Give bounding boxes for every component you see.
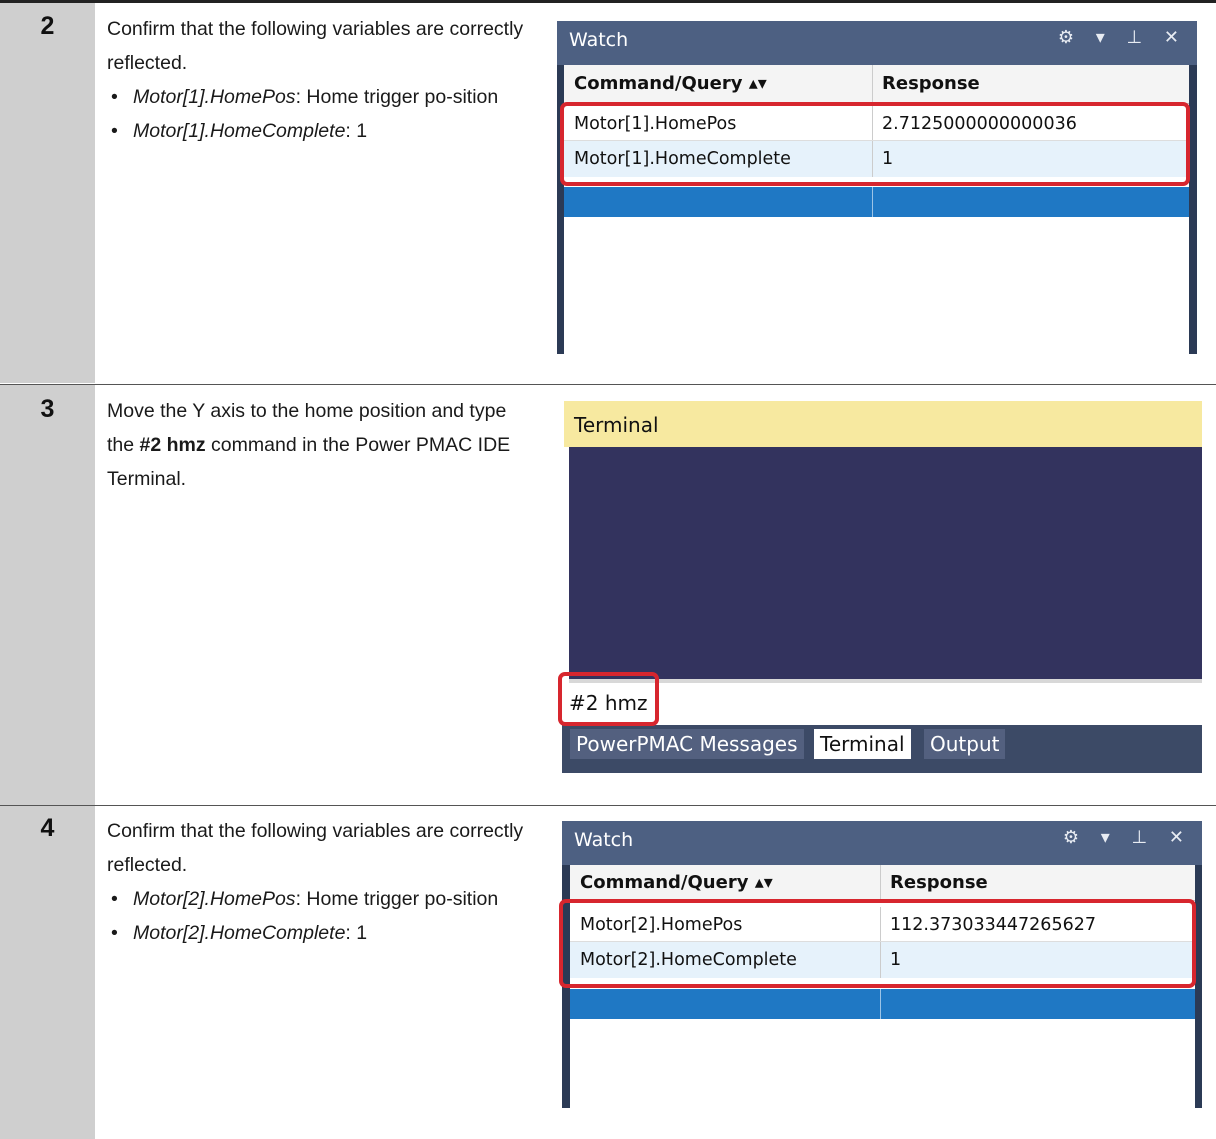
selected-empty-row[interactable] (564, 187, 1189, 217)
command-text: #2 hmz (139, 434, 206, 456)
selected-empty-row[interactable] (570, 989, 1195, 1019)
column-command[interactable]: Command/Query ▴▾ (574, 73, 767, 94)
list-item: Motor[1].HomeComplete: 1 (107, 114, 527, 148)
watch-title-bar: Watch ⚙ ▾ ⊥ ✕ (557, 21, 1197, 65)
window-controls-icon[interactable]: ⚙ ▾ ⊥ ✕ (1058, 27, 1187, 48)
highlight-box (558, 672, 659, 726)
highlight-box (559, 899, 1196, 988)
terminal-input[interactable]: #2 hmz (569, 683, 1202, 725)
step-description: Confirm that the following variables are… (107, 12, 527, 148)
terminal-tab-bar: PowerPMAC Messages Terminal Output (562, 725, 1202, 773)
variable-list: Motor[1].HomePos: Home trigger po-sition… (107, 80, 527, 148)
column-response[interactable]: Response (882, 73, 980, 94)
row-separator (0, 805, 1216, 806)
step-text: Confirm that the following variables are… (107, 18, 524, 74)
top-rule (0, 0, 1216, 3)
variable-list: Motor[2].HomePos: Home trigger po-sition… (107, 882, 527, 950)
list-item: Motor[2].HomePos: Home trigger po-sition (107, 882, 527, 916)
step-number: 4 (40, 814, 55, 842)
watch-window: Watch ⚙ ▾ ⊥ ✕ Command/Query ▴▾ Response … (557, 21, 1197, 354)
watch-title-bar: Watch ⚙ ▾ ⊥ ✕ (562, 821, 1202, 865)
row-separator (0, 384, 1216, 385)
watch-title: Watch (569, 29, 629, 51)
highlight-box (560, 102, 1190, 186)
list-item: Motor[2].HomeComplete: 1 (107, 916, 527, 950)
column-response[interactable]: Response (890, 872, 988, 893)
step-number: 2 (40, 12, 55, 40)
step-text: Confirm that the following variables are… (107, 820, 524, 876)
column-command[interactable]: Command/Query ▴▾ (580, 872, 773, 893)
step-number-column (0, 806, 95, 1139)
tab-output[interactable]: Output (924, 729, 1006, 759)
watch-header: Command/Query ▴▾ Response (564, 65, 1189, 104)
step-description: Confirm that the following variables are… (107, 814, 527, 950)
terminal-title-bar: Terminal (564, 401, 1202, 447)
terminal-output (569, 447, 1202, 679)
list-item: Motor[1].HomePos: Home trigger po-sition (107, 80, 527, 114)
step-description: Move the Y axis to the home position and… (107, 394, 527, 496)
terminal-title: Terminal (574, 413, 659, 437)
window-controls-icon[interactable]: ⚙ ▾ ⊥ ✕ (1063, 827, 1192, 848)
tab-terminal[interactable]: Terminal (814, 729, 911, 759)
tab-powerpmac-messages[interactable]: PowerPMAC Messages (570, 729, 804, 759)
step-number: 3 (40, 395, 55, 423)
step-number-column (0, 385, 95, 805)
watch-title: Watch (574, 829, 634, 851)
step-number-column (0, 3, 95, 383)
watch-header: Command/Query ▴▾ Response (570, 865, 1195, 901)
